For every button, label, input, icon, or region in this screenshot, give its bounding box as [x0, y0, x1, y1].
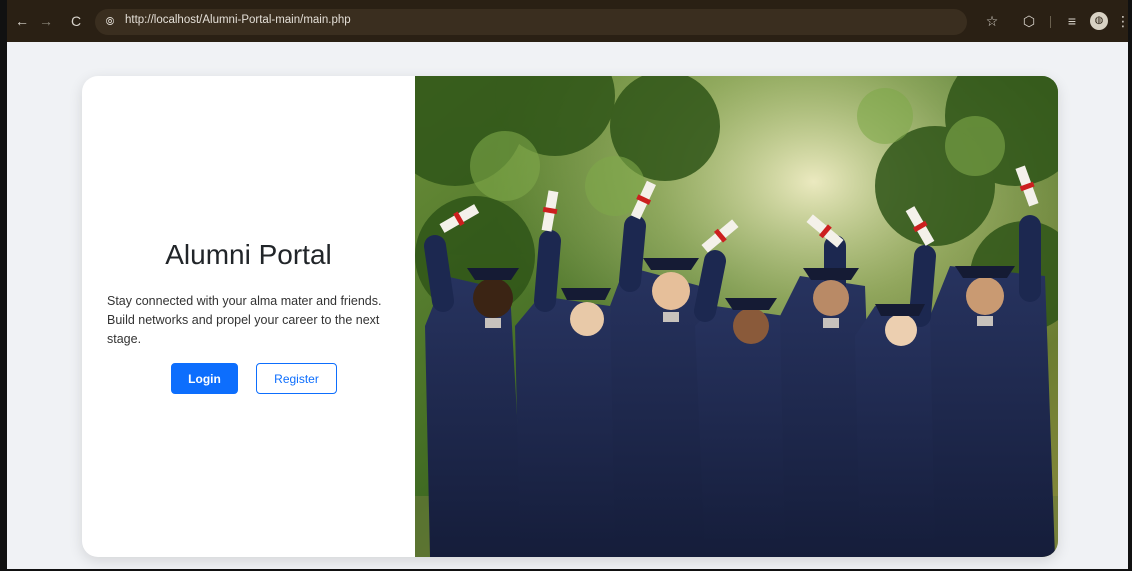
window-frame-left [0, 0, 7, 571]
toolbar-divider [1050, 16, 1051, 28]
browser-toolbar: ← → C ⦾ http://localhost/Alumni-Portal-m… [0, 0, 1132, 42]
page-viewport: Alumni Portal Stay connected with your a… [7, 42, 1128, 569]
bookmark-star-icon[interactable]: ☆ [982, 11, 1002, 31]
register-button[interactable]: Register [256, 363, 337, 394]
back-arrow-icon[interactable]: ← [12, 11, 32, 31]
profile-avatar-icon[interactable]: ◍ [1090, 12, 1108, 30]
browser-menu-icon[interactable]: ⋮ [1116, 11, 1130, 31]
tagline-text: Stay connected with your alma mater and … [107, 294, 382, 346]
reload-icon[interactable]: C [66, 11, 86, 31]
forward-arrow-icon[interactable]: → [36, 11, 56, 31]
welcome-panel: Alumni Portal Stay connected with your a… [82, 76, 415, 557]
site-info-icon[interactable]: ⦾ [101, 13, 119, 31]
login-button[interactable]: Login [171, 363, 238, 394]
url-text[interactable]: http://localhost/Alumni-Portal-main/main… [125, 14, 351, 26]
welcome-card: Alumni Portal Stay connected with your a… [82, 76, 1058, 557]
address-bar[interactable]: ⦾ http://localhost/Alumni-Portal-main/ma… [95, 9, 967, 35]
window-frame-right [1128, 0, 1132, 571]
tab-search-icon[interactable]: ≡ [1062, 11, 1082, 31]
page-title: Alumni Portal [165, 239, 332, 270]
extensions-icon[interactable]: ⬡ [1019, 11, 1039, 31]
graduates-hero-image [415, 76, 1058, 557]
